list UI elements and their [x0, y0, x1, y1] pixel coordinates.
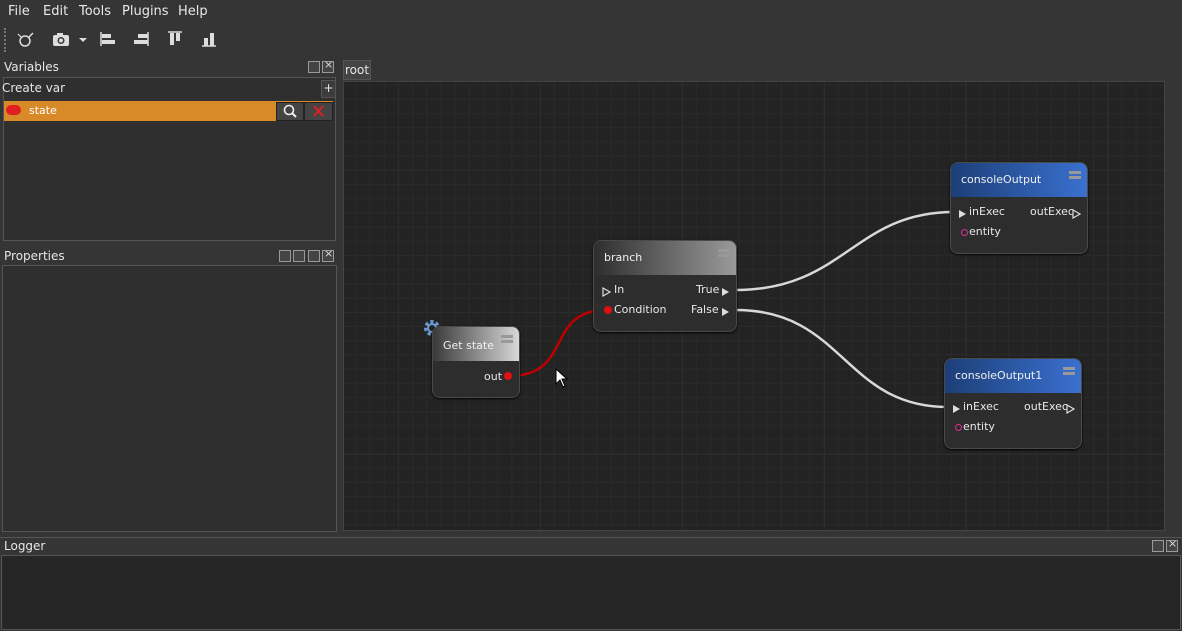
create-var-label[interactable]: Create var — [2, 81, 65, 95]
dropdown-arrow-icon[interactable] — [76, 28, 90, 50]
pin-outexec-label: outExec — [1024, 400, 1068, 413]
menu-tools[interactable]: Tools — [79, 4, 111, 19]
menu-plugins[interactable]: Plugins — [122, 4, 169, 19]
node-get-state[interactable]: Get state out — [432, 326, 520, 398]
menu-bar: File Edit Tools Plugins Help — [0, 0, 1182, 24]
pin-outexec[interactable] — [1066, 403, 1076, 417]
float-icon[interactable] — [1152, 540, 1164, 552]
plugin-icon[interactable] — [14, 28, 36, 50]
mouse-cursor-icon — [555, 367, 569, 391]
pin-entity-label: entity — [963, 420, 995, 433]
variable-name: state — [29, 104, 57, 117]
pin-out-label: out — [484, 370, 503, 383]
connections — [508, 210, 955, 409]
float-icon[interactable] — [308, 250, 320, 262]
menu-file[interactable]: File — [8, 4, 30, 19]
float-icon[interactable] — [308, 61, 320, 73]
logger-title: Logger — [4, 539, 46, 553]
node-console-output[interactable]: consoleOutput inExec outExec entity — [950, 162, 1088, 254]
camera-icon[interactable] — [50, 28, 72, 50]
pin-entity[interactable] — [955, 424, 962, 431]
toolbar — [0, 24, 1182, 56]
pin-true[interactable] — [721, 286, 731, 300]
node-header: consoleOutput1 — [945, 359, 1081, 393]
node-header: branch — [594, 241, 736, 275]
variable-row-state[interactable]: state — [4, 101, 333, 121]
node-header: Get state — [433, 327, 519, 361]
toolbar-grip[interactable] — [4, 28, 8, 52]
align-right-icon[interactable] — [130, 28, 152, 50]
connection-false-inexec — [735, 308, 949, 409]
node-title: consoleOutput — [961, 173, 1042, 186]
variables-title: Variables — [4, 60, 59, 74]
node-menu-icon[interactable] — [1069, 171, 1081, 179]
node-menu-icon[interactable] — [1063, 367, 1075, 375]
node-branch[interactable]: branch In Condition True False — [593, 240, 737, 332]
pin-condition[interactable] — [604, 306, 612, 314]
node-header: consoleOutput — [951, 163, 1087, 197]
pin-out[interactable] — [504, 372, 512, 380]
close-icon[interactable] — [322, 58, 334, 73]
node-graph-canvas[interactable]: Get state out branch In Condition True F… — [343, 81, 1165, 531]
node-title: branch — [604, 251, 643, 264]
connection-true-inexec — [735, 210, 955, 292]
align-left-icon[interactable] — [97, 28, 119, 50]
pin-condition-label: Condition — [614, 303, 667, 316]
pin-in-label: In — [614, 283, 625, 296]
pin-true-label: True — [696, 283, 720, 296]
node-title: consoleOutput1 — [955, 369, 1043, 382]
menu-edit[interactable]: Edit — [43, 4, 68, 19]
pin-inexec-label: inExec — [969, 205, 1005, 218]
pin-outexec-label: outExec — [1030, 205, 1074, 218]
align-bottom-icon[interactable] — [198, 28, 220, 50]
pin-in[interactable] — [602, 286, 612, 300]
pin-false-label: False — [691, 303, 719, 316]
close-icon[interactable] — [1166, 537, 1178, 552]
pin-entity-label: entity — [969, 225, 1001, 238]
tab-root[interactable]: root — [343, 60, 371, 80]
close-icon[interactable] — [322, 247, 334, 262]
menu-help[interactable]: Help — [178, 4, 208, 19]
add-variable-button[interactable]: + — [321, 80, 336, 98]
delete-icon[interactable] — [304, 102, 333, 121]
pin-outexec[interactable] — [1072, 208, 1082, 222]
node-menu-icon[interactable] — [501, 335, 513, 343]
pin-inexec-label: inExec — [963, 400, 999, 413]
properties-panel — [2, 265, 337, 532]
align-top-icon[interactable] — [164, 28, 186, 50]
node-menu-icon[interactable] — [718, 249, 730, 257]
divider — [0, 537, 1182, 538]
node-title: Get state — [443, 339, 494, 352]
pin-inexec[interactable] — [952, 403, 962, 417]
pin-false[interactable] — [721, 306, 731, 320]
lock-icon[interactable] — [279, 250, 291, 262]
logger-panel — [1, 555, 1181, 630]
pin-entity[interactable] — [961, 229, 968, 236]
node-console-output1[interactable]: consoleOutput1 inExec outExec entity — [944, 358, 1082, 449]
search-icon[interactable] — [276, 102, 304, 121]
pin-inexec[interactable] — [958, 208, 968, 222]
properties-title: Properties — [4, 249, 65, 263]
clear-icon[interactable] — [293, 250, 305, 262]
variable-color-pin — [6, 105, 21, 115]
